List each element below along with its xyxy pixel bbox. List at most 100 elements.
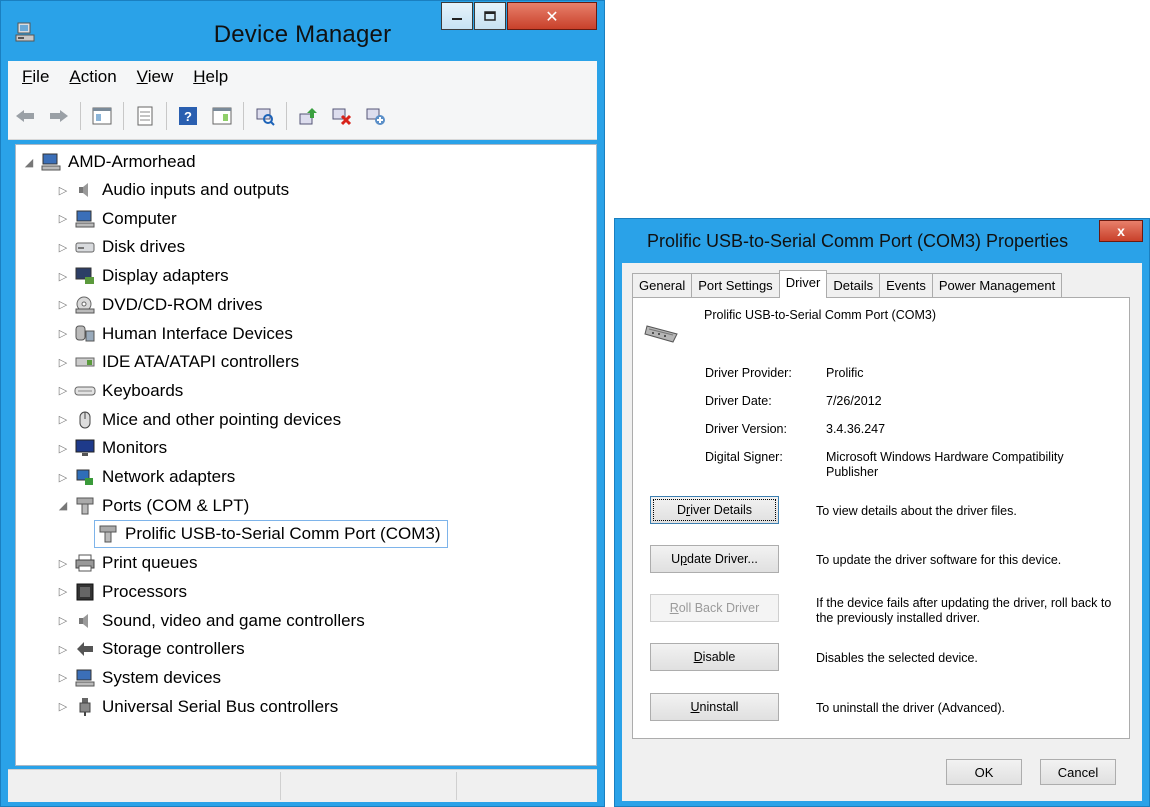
- disable-description: Disables the selected device.: [816, 651, 978, 665]
- roll-back-driver-button[interactable]: Roll Back Driver: [650, 594, 779, 622]
- device-manager-window: Device Manager ✕ File Action View Help ?: [0, 0, 605, 807]
- collapsed-arrow-icon[interactable]: ▷: [56, 671, 70, 684]
- menu-file[interactable]: File: [22, 67, 49, 87]
- disable-device-button[interactable]: [328, 102, 356, 130]
- scan-hardware-button[interactable]: [251, 102, 279, 130]
- collapsed-arrow-icon[interactable]: ▷: [56, 643, 70, 656]
- forward-icon: [50, 110, 68, 122]
- device-tree-label: Print queues: [102, 553, 198, 573]
- update-driver-button[interactable]: [294, 102, 322, 130]
- uninstall-device-icon: [366, 108, 385, 125]
- device-tree-item[interactable]: ▷ Network adapters: [56, 463, 235, 491]
- device-tree-label: AMD-Armorhead: [68, 152, 196, 171]
- collapsed-arrow-icon[interactable]: ▷: [56, 212, 70, 225]
- device-tree-item[interactable]: ▷ Processors: [56, 578, 187, 606]
- device-tree-item[interactable]: ▷ Computer: [56, 205, 177, 233]
- uninstall-device-button[interactable]: [362, 102, 390, 130]
- show-hide-console-tree-button[interactable]: [88, 102, 116, 130]
- dialog-close-button[interactable]: x: [1099, 220, 1143, 242]
- back-button[interactable]: [11, 102, 39, 130]
- title-bar[interactable]: Device Manager ✕: [1, 1, 604, 61]
- collapsed-arrow-icon[interactable]: ▷: [56, 327, 70, 340]
- collapsed-arrow-icon[interactable]: ▷: [56, 270, 70, 283]
- toolbar-separator: [243, 102, 244, 130]
- device-tree-item[interactable]: ▷ Display adapters: [56, 262, 229, 290]
- device-tree-item[interactable]: ▷ Audio inputs and outputs: [56, 176, 289, 204]
- driver-details-button[interactable]: Dr iver Details: [650, 496, 779, 524]
- tab-general[interactable]: General: [632, 273, 693, 297]
- collapsed-arrow-icon[interactable]: ▷: [56, 557, 70, 570]
- show-action-pane-button[interactable]: [208, 102, 236, 130]
- minimize-button[interactable]: [441, 2, 473, 30]
- device-tree-item[interactable]: ▷ IDE ATA/ATAPI controllers: [56, 348, 299, 376]
- driver-tab-panel: Prolific USB-to-Serial Comm Port (COM3) …: [632, 297, 1130, 739]
- driver-details-description: To view details about the driver files.: [816, 504, 1017, 518]
- menu-help[interactable]: Help: [193, 67, 228, 87]
- device-tree-label: Processors: [102, 581, 188, 601]
- device-tree-label: Display adapters: [102, 266, 229, 286]
- device-tree-item[interactable]: ▷ Print queues: [56, 549, 198, 577]
- menu-view-label: iew: [147, 67, 174, 86]
- close-button[interactable]: ✕: [507, 2, 597, 30]
- device-tree-item[interactable]: ▷ DVD/CD-ROM drives: [56, 291, 263, 319]
- svg-text:?: ?: [184, 109, 192, 124]
- expanded-arrow-icon[interactable]: ◢: [22, 156, 36, 169]
- btn-accel: R: [669, 601, 679, 615]
- tab-driver[interactable]: Driver: [778, 270, 828, 298]
- collapsed-arrow-icon[interactable]: ▷: [56, 700, 70, 713]
- toolbar-separator: [123, 102, 124, 130]
- collapsed-arrow-icon[interactable]: ▷: [56, 384, 70, 397]
- tab-port-settings[interactable]: Port Settings: [691, 273, 780, 297]
- properties-button[interactable]: [131, 102, 159, 130]
- uninstall-button[interactable]: Uninstall: [650, 693, 779, 721]
- device-tree-item[interactable]: ▷ Mice and other pointing devices: [56, 406, 341, 434]
- collapsed-arrow-icon[interactable]: ▷: [56, 614, 70, 627]
- collapsed-arrow-icon[interactable]: ▷: [56, 298, 70, 311]
- menu-view[interactable]: View: [137, 67, 174, 87]
- collapsed-arrow-icon[interactable]: ▷: [56, 241, 70, 254]
- collapsed-arrow-icon[interactable]: ▷: [56, 356, 70, 369]
- ok-button[interactable]: OK: [946, 759, 1022, 785]
- minimize-icon: [452, 18, 462, 20]
- device-tree-item[interactable]: ▷ Monitors: [56, 434, 167, 462]
- show-hide-console-tree-icon: [92, 107, 112, 125]
- tab-details[interactable]: Details: [826, 273, 881, 297]
- menu-action-accel: A: [69, 67, 81, 86]
- device-tree-item[interactable]: ▷ Human Interface Devices: [56, 320, 293, 348]
- collapsed-arrow-icon[interactable]: ▷: [56, 184, 70, 197]
- device-tree-item[interactable]: ▷ Keyboards: [56, 377, 184, 405]
- properties-dialog: Prolific USB-to-Serial Comm Port (COM3) …: [614, 218, 1150, 807]
- tab-power-management[interactable]: Power Management: [931, 273, 1063, 297]
- cancel-button[interactable]: Cancel: [1040, 759, 1116, 785]
- expanded-arrow-icon[interactable]: ◢: [56, 499, 70, 512]
- btn-accel: p: [680, 552, 688, 566]
- collapsed-arrow-icon[interactable]: ▷: [56, 442, 70, 455]
- device-tree-label: Audio inputs and outputs: [102, 180, 290, 199]
- maximize-button[interactable]: [474, 2, 506, 30]
- device-tree-label: DVD/CD-ROM drives: [102, 294, 263, 314]
- help-button[interactable]: ?: [174, 102, 202, 130]
- tab-events[interactable]: Events: [879, 273, 933, 297]
- toolbar-separator: [80, 102, 81, 130]
- device-tree-label: Storage controllers: [102, 639, 245, 659]
- forward-button[interactable]: [45, 102, 73, 130]
- collapsed-arrow-icon[interactable]: ▷: [56, 413, 70, 426]
- collapsed-arrow-icon[interactable]: ▷: [56, 585, 70, 598]
- device-tree-item[interactable]: ▷ System devices: [56, 664, 221, 692]
- update-driver-button[interactable]: Up date Driver...: [650, 545, 779, 573]
- device-tree-item[interactable]: ◢ Ports (COM & LPT): [56, 492, 250, 520]
- device-tree-item[interactable]: ▷ Disk drives: [56, 233, 185, 261]
- device-tree[interactable]: ◢ AMD-Armorhead ▷ Audio inputs and outputs ▷…: [15, 144, 597, 766]
- menu-action[interactable]: Action: [69, 67, 116, 87]
- device-tree-item[interactable]: ▷ Storage controllers: [56, 635, 245, 663]
- device-tree-item[interactable]: ▷ Sound, video and game controllers: [56, 607, 365, 635]
- computer-icon: [74, 208, 96, 230]
- device-tree-item[interactable]: ▷ Universal Serial Bus controllers: [56, 693, 338, 721]
- collapsed-arrow-icon[interactable]: ▷: [56, 471, 70, 484]
- disable-button[interactable]: Disable: [650, 643, 779, 671]
- device-tree-selected-item[interactable]: Prolific USB-to-Serial Comm Port (COM3): [76, 520, 448, 549]
- status-separator: [280, 772, 281, 800]
- device-tree-item[interactable]: ◢ AMD-Armorhead: [22, 148, 196, 176]
- scan-hardware-icon: [256, 108, 275, 126]
- menu-view-accel: V: [136, 67, 148, 86]
